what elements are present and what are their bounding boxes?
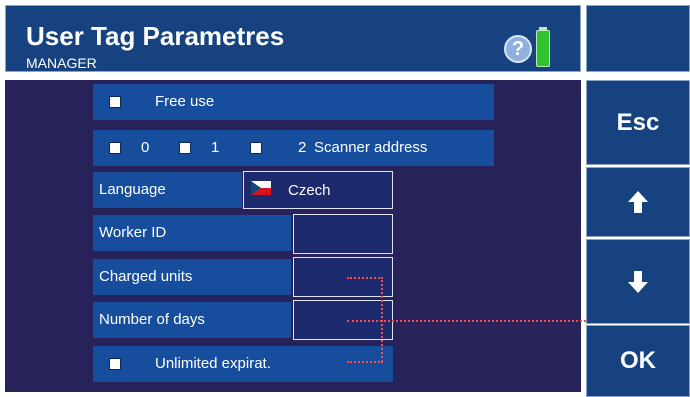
- ok-button[interactable]: OK: [586, 325, 690, 397]
- worker-id-row: Worker ID: [93, 215, 291, 251]
- page-title: User Tag Parametres: [26, 21, 285, 51]
- language-select[interactable]: Czech: [243, 171, 393, 209]
- scanner-0-checkbox[interactable]: [109, 142, 121, 154]
- charged-units-row: Charged units: [93, 259, 291, 295]
- scanner-address-row: 0 1 2 Scanner address: [93, 130, 494, 166]
- scanner-address-label: Scanner address: [314, 139, 428, 156]
- scanner-0-label: 0: [141, 139, 150, 156]
- czech-flag-icon: [251, 181, 271, 195]
- device-screen: User Tag Parametres MANAGER ? Free use 0…: [0, 0, 690, 397]
- charged-units-label: Charged units: [99, 268, 193, 285]
- number-of-days-row: Number of days: [93, 302, 291, 338]
- title-bar: User Tag Parametres MANAGER ?: [5, 5, 581, 72]
- free-use-label: Free use: [155, 93, 215, 110]
- annotation-line-charged-units: [347, 277, 383, 279]
- arrow-up-icon: [628, 191, 648, 213]
- worker-id-input[interactable]: [293, 214, 393, 254]
- battery-icon: [536, 30, 550, 67]
- free-use-row[interactable]: Free use: [93, 84, 494, 120]
- up-button[interactable]: [586, 167, 690, 237]
- unlimited-expiration-checkbox[interactable]: [109, 358, 121, 370]
- number-of-days-label: Number of days: [99, 311, 205, 328]
- scanner-2-label: 2: [298, 139, 307, 156]
- annotation-line-unlimited: [347, 361, 383, 363]
- down-button[interactable]: [586, 239, 690, 324]
- unlimited-expiration-row[interactable]: Unlimited expirat.: [93, 346, 393, 382]
- scanner-2-checkbox[interactable]: [250, 142, 262, 154]
- arrow-down-icon: [628, 270, 648, 293]
- side-panel-top: [586, 5, 690, 72]
- worker-id-label: Worker ID: [99, 224, 167, 241]
- free-use-checkbox[interactable]: [109, 96, 121, 108]
- unlimited-expiration-label: Unlimited expirat.: [155, 355, 271, 372]
- esc-button[interactable]: Esc: [586, 80, 690, 165]
- scanner-1-label: 1: [211, 139, 220, 156]
- language-row: Language: [93, 172, 242, 208]
- question-circle-icon[interactable]: ?: [504, 35, 532, 63]
- language-value: Czech: [288, 182, 331, 199]
- user-role-label: MANAGER: [26, 55, 97, 71]
- scanner-1-checkbox[interactable]: [179, 142, 191, 154]
- language-label: Language: [99, 181, 166, 198]
